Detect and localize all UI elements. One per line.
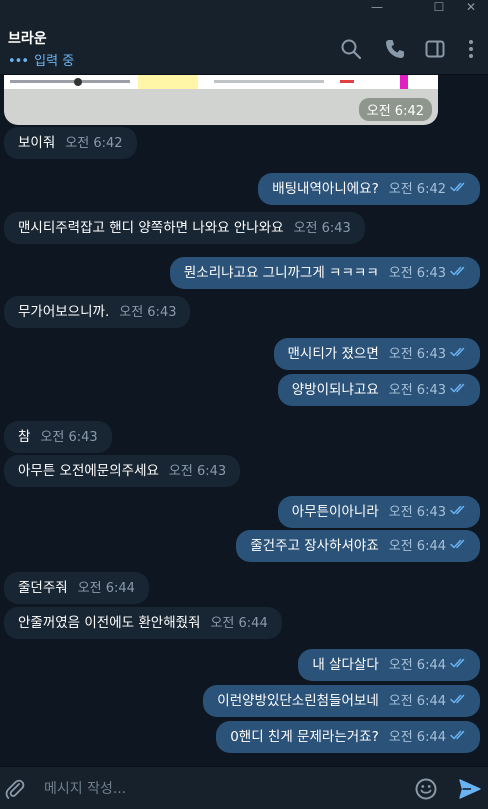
outgoing-message[interactable]: 배팅내역아니에요? 오전 6:42 — [258, 173, 480, 205]
message-text: 아무튼 오전에문의주세요 — [18, 463, 159, 479]
message-text: 배팅내역아니에요? — [272, 181, 379, 197]
message-text: 줄건주고 장사하셔야죠 — [250, 538, 379, 554]
message-timestamp: 오전 6:42 — [65, 136, 123, 151]
message-text: 맨시티가 졌으면 — [287, 346, 379, 362]
window-titlebar: — ☐ ✕ — [0, 0, 488, 16]
message-timestamp: 오전 6:44 — [388, 694, 446, 709]
message-text: 무가어보으니까. — [18, 304, 110, 320]
outgoing-message[interactable]: 줄건주고 장사하셔야죠 오전 6:44 — [236, 530, 480, 562]
read-check-icon — [450, 172, 468, 204]
maximize-button[interactable]: ☐ — [424, 0, 454, 16]
message-timestamp: 오전 6:43 — [40, 430, 98, 445]
message-text: 줄던주줘 — [18, 580, 68, 596]
message-timestamp: 오전 6:43 — [388, 266, 446, 281]
message-timestamp: 오전 6:43 — [293, 221, 351, 236]
message-text: 참 — [18, 429, 31, 445]
incoming-message[interactable]: 무가어보으니까. 오전 6:43 — [4, 296, 191, 328]
message-list[interactable]: 오전 6:42 보이줘 오전 6:42 배팅내역아니에요? 오전 6:42 맨시티주력잡… — [0, 75, 488, 765]
read-check-icon — [450, 256, 468, 288]
contact-name[interactable]: 브라운 — [8, 28, 47, 48]
message-input[interactable] — [42, 775, 386, 803]
read-check-icon — [450, 720, 468, 752]
more-icon[interactable] — [460, 38, 482, 60]
message-text: 내 살다살다 — [312, 657, 379, 673]
message-text: 보이줘 — [18, 135, 56, 151]
typing-status: ••• 입력 중 — [8, 50, 74, 69]
incoming-message[interactable]: 줄던주줘 오전 6:44 — [4, 572, 149, 604]
read-check-icon — [450, 648, 468, 680]
message-timestamp: 오전 6:43 — [388, 383, 446, 398]
outgoing-message[interactable]: 내 살다살다 오전 6:44 — [298, 649, 480, 681]
incoming-message[interactable]: 아무튼 오전에문의주세요 오전 6:43 — [4, 455, 241, 487]
outgoing-message[interactable]: 이런양방있단소린첨들어보네 오전 6:44 — [203, 685, 480, 717]
message-timestamp: 오전 6:43 — [168, 464, 227, 479]
chat-header: 브라운 ••• 입력 중 — [0, 16, 488, 75]
sidebar-icon[interactable] — [424, 38, 446, 60]
send-icon[interactable] — [458, 778, 482, 800]
read-check-icon — [450, 337, 468, 369]
close-button[interactable]: ✕ — [456, 0, 486, 16]
image-timestamp: 오전 6:42 — [358, 98, 432, 121]
incoming-message[interactable]: 보이줘 오전 6:42 — [4, 127, 137, 159]
message-timestamp: 오전 6:44 — [388, 539, 446, 554]
message-timestamp: 오전 6:43 — [388, 347, 446, 362]
typing-dots: ••• — [8, 54, 29, 69]
read-check-icon — [450, 373, 468, 405]
emoji-icon[interactable] — [414, 777, 438, 801]
message-text: 0핸디 친게 문제라는거죠? — [230, 729, 379, 745]
outgoing-message[interactable]: 맨시티가 졌으면 오전 6:43 — [273, 337, 480, 370]
read-check-icon — [450, 529, 468, 561]
outgoing-message[interactable]: 0핸디 친게 문제라는거죠? 오전 6:44 — [216, 721, 480, 753]
search-icon[interactable] — [340, 38, 362, 60]
incoming-message[interactable]: 맨시티주력잡고 핸디 양쪽하면 나와요 안나와요 오전 6:43 — [4, 212, 365, 244]
phone-icon[interactable] — [384, 38, 406, 60]
typing-label: 입력 중 — [34, 54, 75, 69]
message-timestamp: 오전 6:44 — [77, 581, 135, 596]
incoming-message[interactable]: 안줄꺼였음 이전에도 환안해줬줘 오전 6:44 — [4, 607, 282, 639]
read-check-icon — [450, 684, 468, 716]
outgoing-message[interactable]: 뭔소리냐고요 그니까그게 ㅋㅋㅋㅋ 오전 6:43 — [169, 256, 480, 289]
attach-icon[interactable] — [4, 778, 26, 800]
message-timestamp: 오전 6:43 — [119, 305, 177, 320]
screenshot-thumbnail — [4, 75, 438, 89]
composer-bar — [0, 766, 488, 809]
outgoing-message[interactable]: 아무튼이아니라 오전 6:43 — [277, 495, 480, 528]
read-check-icon — [450, 495, 468, 527]
message-timestamp: 오전 6:43 — [388, 505, 446, 520]
message-text: 맨시티주력잡고 핸디 양쪽하면 나와요 안나와요 — [18, 220, 284, 236]
message-timestamp: 오전 6:44 — [210, 616, 268, 631]
outgoing-message[interactable]: 양방이되냐고요 오전 6:43 — [277, 373, 480, 406]
message-timestamp: 오전 6:44 — [388, 658, 446, 673]
message-text: 안줄꺼였음 이전에도 환안해줬줘 — [18, 615, 201, 631]
image-message[interactable]: 오전 6:42 — [4, 75, 438, 125]
message-text: 아무튼이아니라 — [291, 504, 379, 520]
message-timestamp: 오전 6:42 — [388, 182, 446, 197]
message-text: 이런양방있단소린첨들어보네 — [217, 693, 379, 709]
minimize-button[interactable]: — — [362, 0, 392, 16]
message-text: 양방이되냐고요 — [291, 382, 379, 398]
message-timestamp: 오전 6:44 — [388, 730, 446, 745]
message-text: 뭔소리냐고요 그니까그게 ㅋㅋㅋㅋ — [183, 265, 379, 281]
incoming-message[interactable]: 참 오전 6:43 — [4, 421, 112, 453]
